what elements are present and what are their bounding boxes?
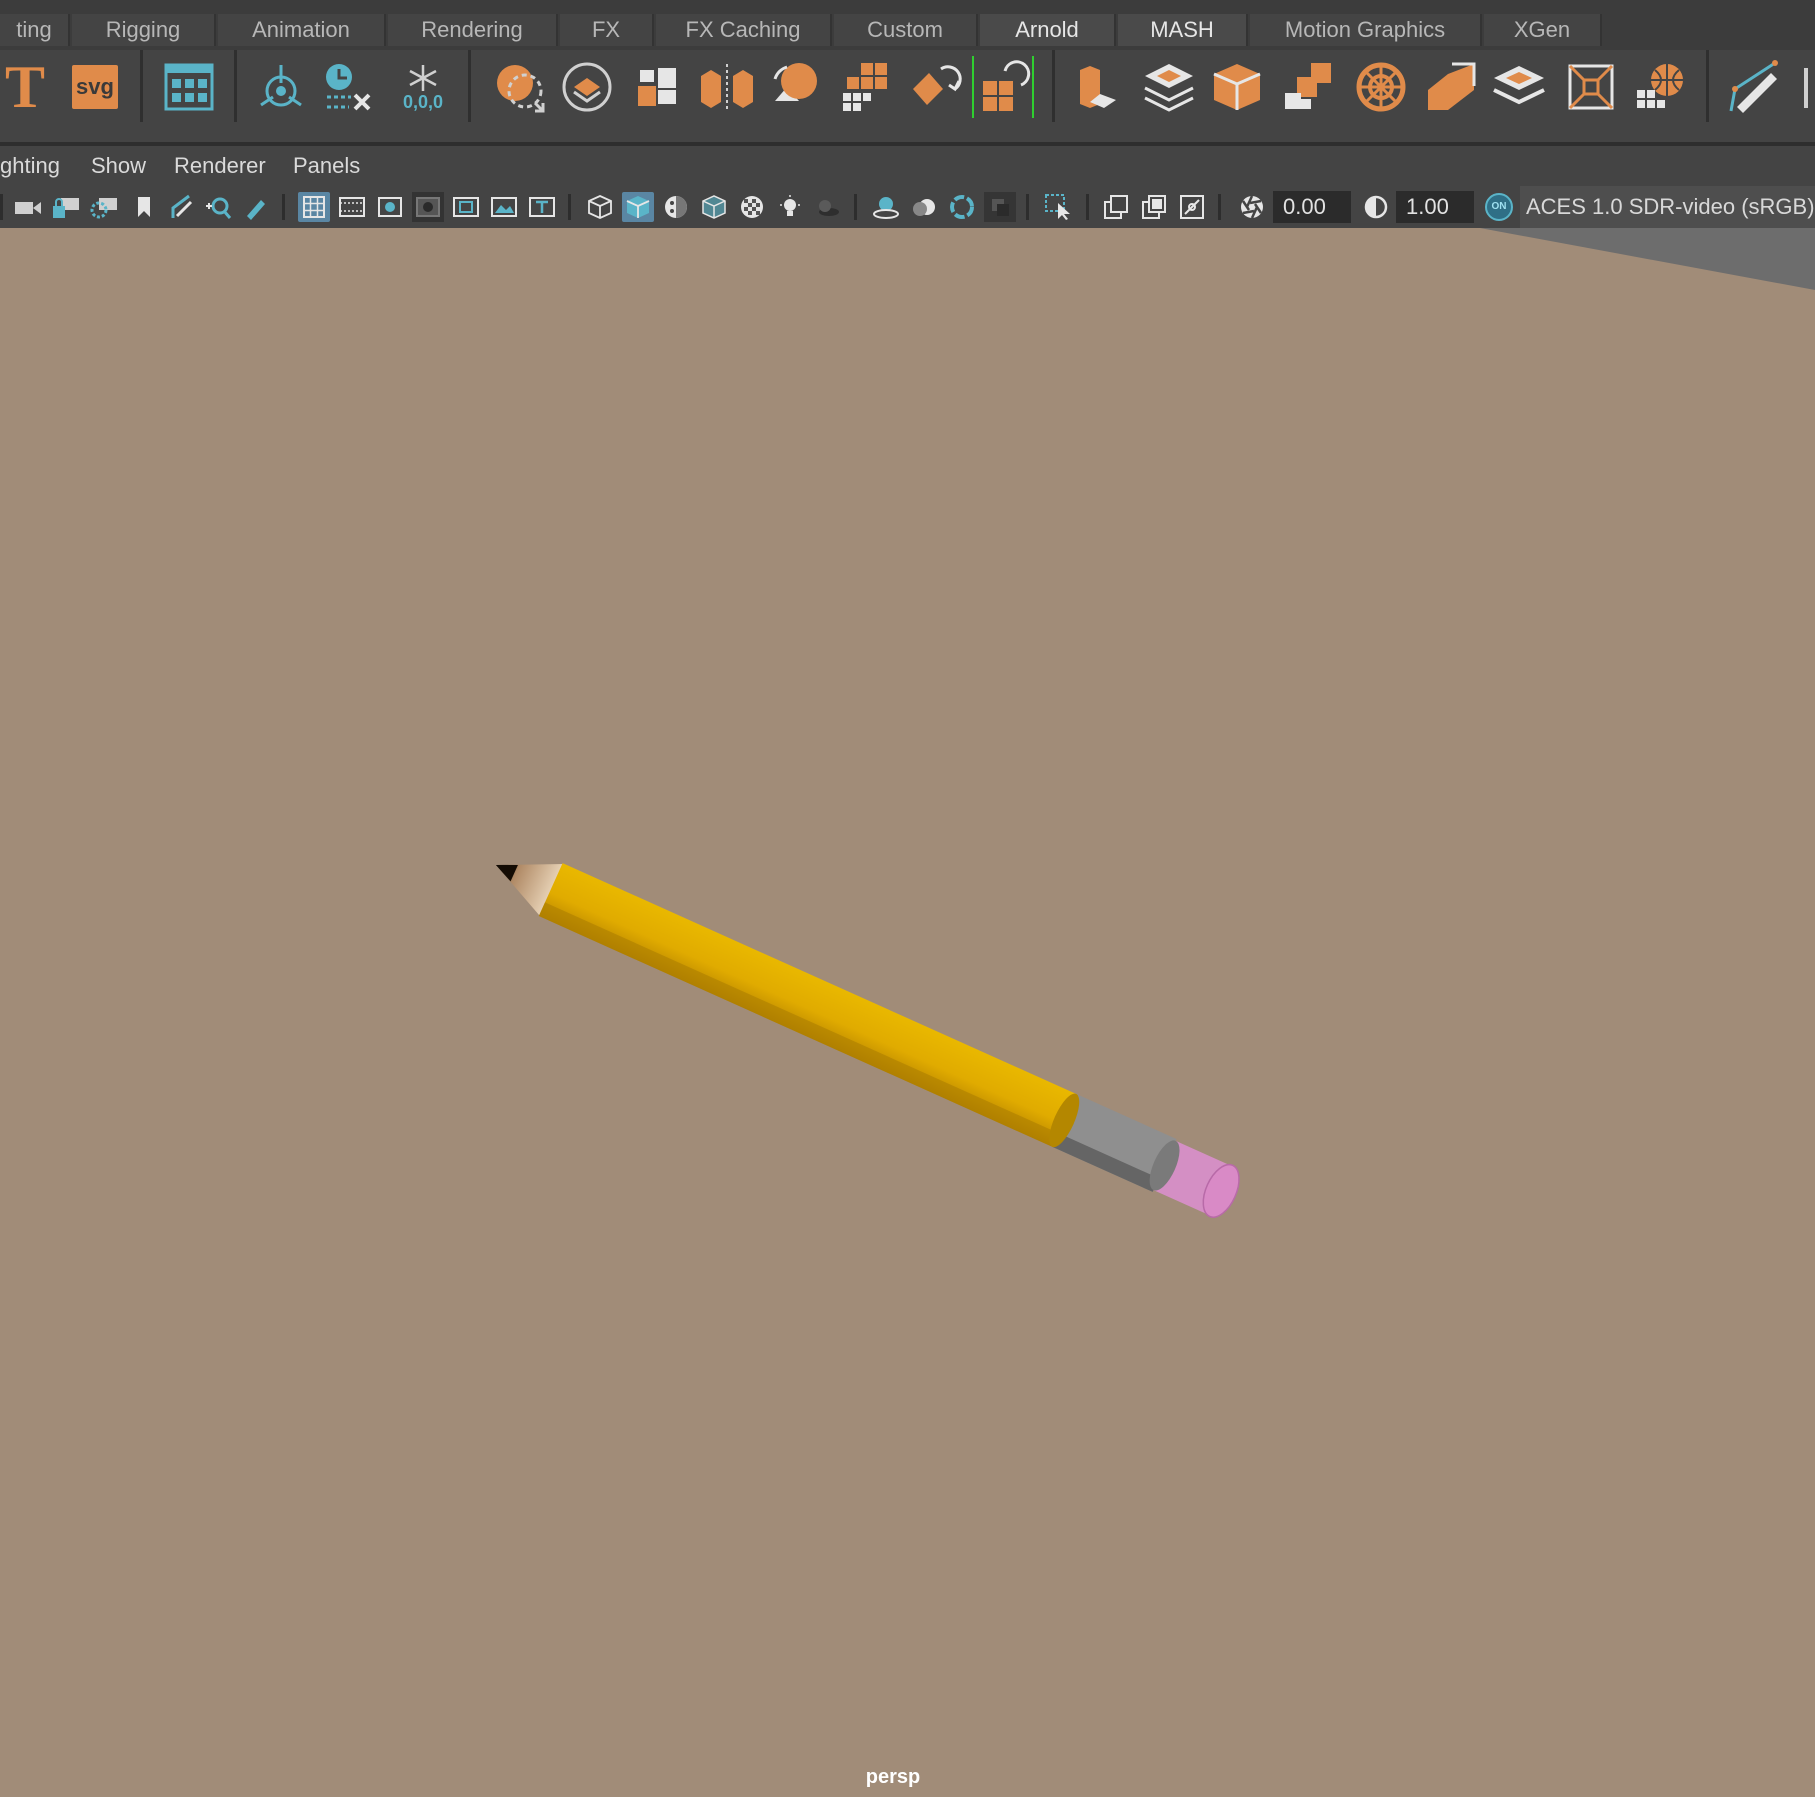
mash-radial-icon[interactable] bbox=[1350, 56, 1412, 118]
svg-tool-icon[interactable]: svg bbox=[64, 56, 126, 118]
wireframe-icon[interactable] bbox=[584, 192, 616, 222]
grease-pencil-icon[interactable] bbox=[240, 192, 272, 222]
grid-toggle-icon[interactable] bbox=[298, 192, 330, 222]
shelf-tab-custom[interactable]: Custom bbox=[834, 14, 978, 46]
depth-of-field-icon[interactable] bbox=[984, 192, 1016, 222]
safe-title-icon[interactable] bbox=[526, 192, 558, 222]
mash-symmetry-icon[interactable] bbox=[696, 56, 758, 118]
pencil-model[interactable] bbox=[484, 839, 1247, 1224]
use-all-lights-icon[interactable] bbox=[774, 192, 806, 222]
gate-mask-icon[interactable] bbox=[412, 192, 444, 222]
shelf-tab-xgen[interactable]: XGen bbox=[1484, 14, 1602, 46]
xray-joints-icon[interactable] bbox=[1176, 192, 1208, 222]
exposure-icon[interactable] bbox=[1236, 192, 1268, 222]
field-chart-icon[interactable] bbox=[450, 192, 482, 222]
resolution-gate-icon[interactable] bbox=[374, 192, 406, 222]
text-tool-icon[interactable]: T bbox=[0, 56, 56, 118]
perspective-viewport[interactable]: persp bbox=[0, 228, 1815, 1797]
image-plane-icon[interactable] bbox=[166, 192, 198, 222]
use-default-material-icon[interactable] bbox=[660, 192, 692, 222]
smooth-shade-icon[interactable] bbox=[622, 192, 654, 222]
lock-camera-icon[interactable] bbox=[50, 192, 82, 222]
mash-distribute-icon[interactable] bbox=[556, 56, 618, 118]
bookmark-icon[interactable] bbox=[128, 192, 160, 222]
textured-icon[interactable] bbox=[736, 192, 768, 222]
gamma-field[interactable]: 1.00 bbox=[1396, 191, 1474, 223]
pencil-body bbox=[538, 863, 1078, 1148]
shelf-tab-modeling[interactable]: ting bbox=[0, 14, 70, 46]
shelf-tab-bar: ting Rigging Animation Rendering FX FX C… bbox=[0, 0, 1815, 51]
motion-blur-icon[interactable] bbox=[908, 192, 940, 222]
exposure-field[interactable]: 0.00 bbox=[1273, 191, 1351, 223]
curve-draw-icon[interactable] bbox=[1724, 56, 1786, 118]
color-management-toggle-icon[interactable]: ON bbox=[1482, 192, 1516, 222]
select-camera-icon[interactable] bbox=[12, 192, 44, 222]
shelf-tab-animation[interactable]: Animation bbox=[218, 14, 386, 46]
mash-placer-icon[interactable] bbox=[1138, 56, 1200, 118]
menu-renderer[interactable]: Renderer bbox=[174, 146, 266, 186]
shelf-tab-arnold[interactable]: Arnold bbox=[980, 14, 1116, 46]
view-transform-dropdown[interactable]: ACES 1.0 SDR-video (sRGB) bbox=[1520, 186, 1815, 228]
menu-panels[interactable]: Panels bbox=[293, 146, 360, 186]
camera-attributes-icon[interactable] bbox=[88, 192, 120, 222]
shelf-tab-motion-graphics[interactable]: Motion Graphics bbox=[1250, 14, 1482, 46]
safe-action-icon[interactable] bbox=[488, 192, 520, 222]
shelf-icon-bar: T svg 0,0,0 bbox=[0, 50, 1815, 146]
wireframe-on-shaded-icon[interactable] bbox=[698, 192, 730, 222]
anti-aliasing-icon[interactable] bbox=[946, 192, 978, 222]
mash-world-icon[interactable] bbox=[1066, 56, 1128, 118]
mash-offset-icon[interactable] bbox=[1420, 56, 1482, 118]
ambient-occlusion-icon[interactable] bbox=[870, 192, 902, 222]
mash-cube-icon[interactable] bbox=[1206, 56, 1268, 118]
viewport-toolbar: 0.00 1.00 ON ACES 1.0 SDR-video (sRGB) bbox=[0, 186, 1815, 228]
xray-active-components-icon[interactable] bbox=[1138, 192, 1170, 222]
curve-edit-icon[interactable] bbox=[1792, 56, 1815, 118]
camera-name-label: persp bbox=[865, 1766, 921, 1788]
mash-grid-icon[interactable] bbox=[834, 56, 896, 118]
background-plane-edge bbox=[1480, 228, 1815, 290]
mash-globe-grid-icon[interactable] bbox=[1630, 56, 1692, 118]
isolate-select-icon[interactable] bbox=[1042, 192, 1074, 222]
shelf-tab-fx[interactable]: FX bbox=[560, 14, 654, 46]
delete-history-icon[interactable] bbox=[318, 56, 380, 118]
mash-flip-icon[interactable] bbox=[904, 56, 966, 118]
freeze-transforms-icon[interactable]: 0,0,0 bbox=[392, 56, 454, 118]
shelf-tab-rigging[interactable]: Rigging bbox=[72, 14, 216, 46]
menu-lighting[interactable]: ghting bbox=[0, 146, 60, 186]
mash-layers-icon[interactable] bbox=[1488, 56, 1550, 118]
menu-show[interactable]: Show bbox=[91, 146, 146, 186]
2d-pan-zoom-icon[interactable] bbox=[202, 192, 234, 222]
grid-layout-icon[interactable] bbox=[158, 56, 220, 118]
shelf-tab-rendering[interactable]: Rendering bbox=[388, 14, 558, 46]
shelf-tab-fx-caching[interactable]: FX Caching bbox=[656, 14, 832, 46]
shadows-icon[interactable] bbox=[812, 192, 844, 222]
mash-bounds-icon[interactable] bbox=[1560, 56, 1622, 118]
gamma-icon[interactable] bbox=[1360, 192, 1392, 222]
mash-repro-icon[interactable] bbox=[626, 56, 688, 118]
shelf-tab-mash[interactable]: MASH bbox=[1118, 14, 1248, 46]
xray-icon[interactable] bbox=[1100, 192, 1132, 222]
mash-orient-icon[interactable] bbox=[762, 56, 824, 118]
mash-create-network-icon[interactable] bbox=[488, 56, 550, 118]
mash-blend-icon[interactable] bbox=[1278, 56, 1340, 118]
panel-menu-bar: ghting Show Renderer Panels bbox=[0, 146, 1815, 186]
film-gate-icon[interactable] bbox=[336, 192, 368, 222]
scene-canvas bbox=[484, 228, 1815, 1224]
mash-dynamics-icon[interactable] bbox=[972, 56, 1034, 118]
pivot-icon[interactable] bbox=[250, 56, 312, 118]
